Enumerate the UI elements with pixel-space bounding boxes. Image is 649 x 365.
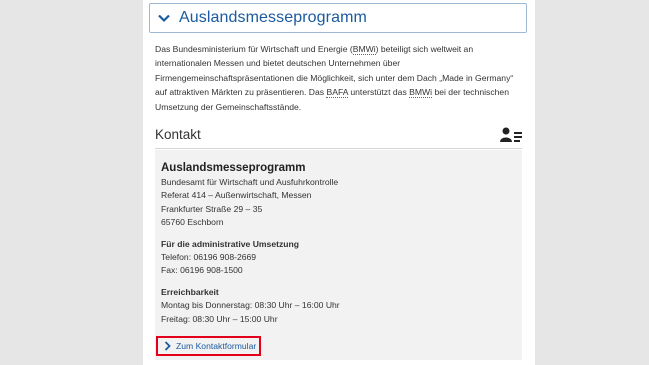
contact-list-icon bbox=[500, 127, 522, 143]
abbr-bmwi-2: BMWi bbox=[409, 87, 433, 99]
contact-card: Auslandsmesseprogramm Bundesamt für Wirt… bbox=[155, 150, 522, 360]
address-line: Referat 414 – Außenwirtschaft, Messen bbox=[161, 190, 312, 201]
contact-name: Auslandsmesseprogramm bbox=[161, 162, 306, 174]
address-line: Frankfurter Straße 29 – 35 bbox=[161, 203, 263, 214]
hours-heading: Erreichbarkeit bbox=[161, 286, 219, 297]
chevron-right-icon bbox=[164, 341, 172, 351]
abbr-bafa: BAFA bbox=[326, 87, 348, 99]
fax-number: Fax: 06196 908-1500 bbox=[161, 265, 243, 276]
kontakt-header: Kontakt bbox=[155, 124, 522, 149]
contact-form-link-label: Zum Kontaktformular bbox=[176, 341, 257, 351]
phone-number: Telefon: 06196 908-2669 bbox=[161, 252, 257, 263]
content-panel: Auslandsmesseprogramm Das Bundesminister… bbox=[143, 0, 535, 365]
abbr-bmwi: BMWi bbox=[352, 44, 376, 55]
intro-text-3: unterstützt das bbox=[347, 87, 410, 98]
hours-line: Freitag: 08:30 Uhr – 15:00 Uhr bbox=[161, 313, 278, 324]
chevron-down-icon bbox=[157, 11, 171, 25]
accordion-title: Auslandsmesseprogramm bbox=[179, 9, 367, 26]
intro-paragraph: Das Bundesministerium für Wirtschaft und… bbox=[155, 42, 525, 114]
admin-heading: Für die administrative Umsetzung bbox=[161, 238, 300, 249]
intro-text-1: Das Bundesministerium für Wirtschaft und… bbox=[155, 44, 353, 54]
accordion-header-auslandsmesseprogramm[interactable]: Auslandsmesseprogramm bbox=[149, 3, 527, 33]
address-line: Bundesamt für Wirtschaft und Ausfuhrkont… bbox=[161, 177, 339, 187]
kontakt-title: Kontakt bbox=[155, 127, 201, 142]
hours-line: Montag bis Donnerstag: 08:30 Uhr – 16:00… bbox=[161, 300, 340, 311]
contact-form-link[interactable]: Zum Kontaktformular bbox=[156, 336, 261, 356]
address-line: 65760 Eschborn bbox=[161, 217, 224, 228]
